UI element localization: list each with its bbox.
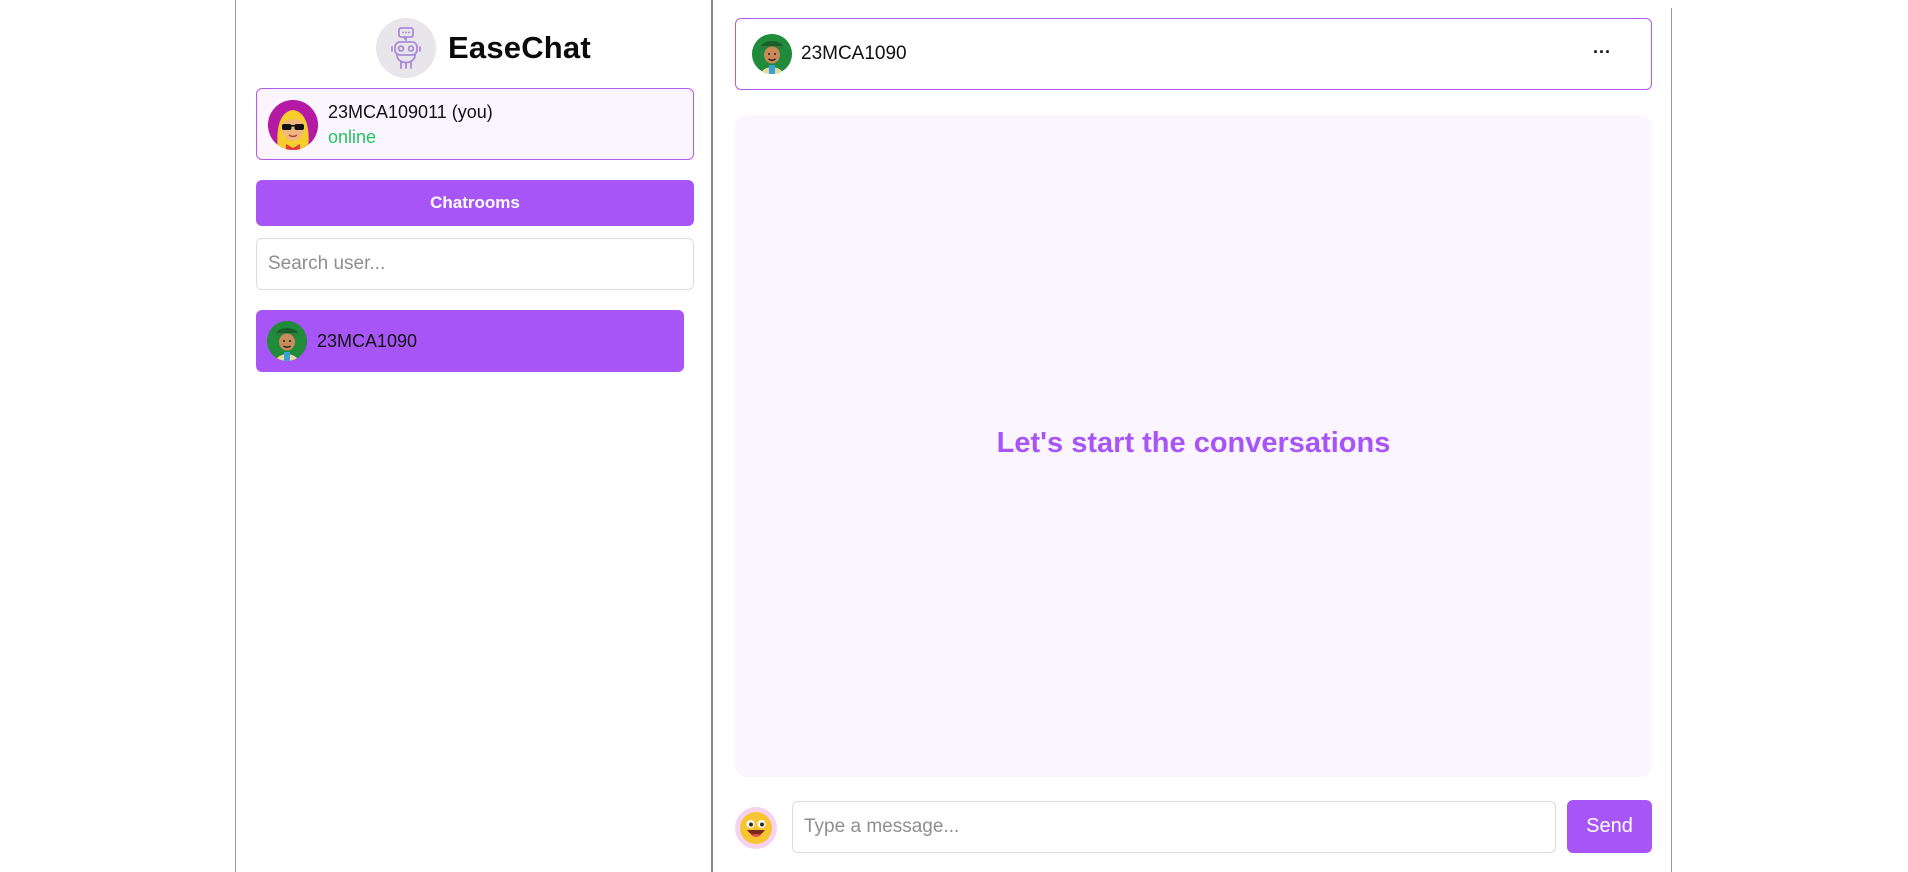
online-status: online — [328, 127, 377, 147]
message-input[interactable] — [792, 801, 1556, 853]
chat-panel: 23MCA1090 ... Let's start the conversati… — [713, 0, 1673, 872]
app-title: EaseChat — [448, 30, 591, 65]
brand: EaseChat — [376, 18, 591, 78]
chat-partner-name: 23MCA1090 — [801, 43, 907, 64]
user-list-item[interactable]: 23MCA1090 — [256, 310, 684, 372]
message-area: Let's start the conversations — [735, 115, 1652, 777]
send-button[interactable]: Send — [1567, 800, 1652, 853]
message-composer: Send — [735, 800, 1652, 854]
avatar-blonde-sunglasses-icon — [268, 100, 318, 150]
avatar-green-cap-icon — [267, 321, 307, 361]
current-user-name: 23MCA109011 (you) — [328, 102, 493, 122]
chatrooms-button[interactable]: Chatrooms — [256, 180, 694, 226]
user-list-item-name: 23MCA1090 — [317, 331, 418, 351]
more-options-button[interactable]: ... — [1593, 37, 1611, 58]
sidebar: EaseChat 23MCA109011 (you) online Chatro… — [235, 0, 713, 872]
chat-header: 23MCA1090 ... — [735, 18, 1652, 90]
current-user-card: 23MCA109011 (you) online — [256, 88, 694, 160]
avatar-green-cap-icon — [752, 34, 792, 74]
emoji-face-icon[interactable] — [735, 807, 777, 849]
robot-chat-icon — [376, 18, 436, 78]
search-user-input[interactable] — [256, 238, 694, 290]
empty-conversation-message: Let's start the conversations — [996, 427, 1391, 459]
